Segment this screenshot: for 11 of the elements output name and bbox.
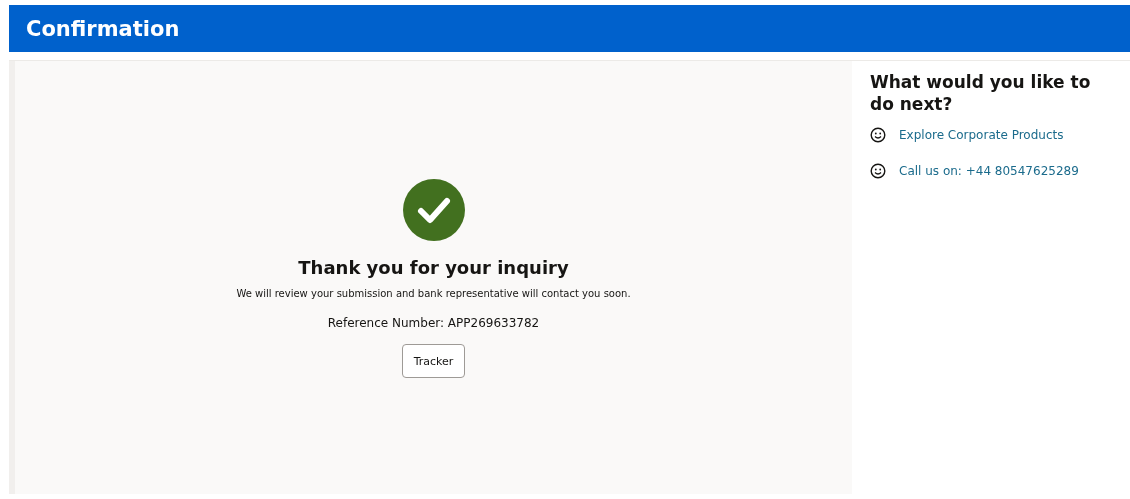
tracker-button[interactable]: Tracker <box>402 344 465 378</box>
success-check-icon <box>402 179 465 241</box>
smiley-icon <box>870 127 886 143</box>
next-step-link[interactable]: Call us on: +44 80547625289 <box>899 164 1079 178</box>
confirmation-heading: Thank you for your inquiry <box>298 257 569 278</box>
next-steps-heading: What would you like to do next? <box>870 71 1092 115</box>
page-title: Confirmation <box>26 16 180 41</box>
reference-number: Reference Number: APP269633782 <box>327 316 540 330</box>
confirmation-message: We will review your submission and bank representative will contact you soon. <box>236 288 631 299</box>
smiley-icon <box>870 163 886 179</box>
next-step-link[interactable]: Explore Corporate Products <box>899 128 1064 142</box>
